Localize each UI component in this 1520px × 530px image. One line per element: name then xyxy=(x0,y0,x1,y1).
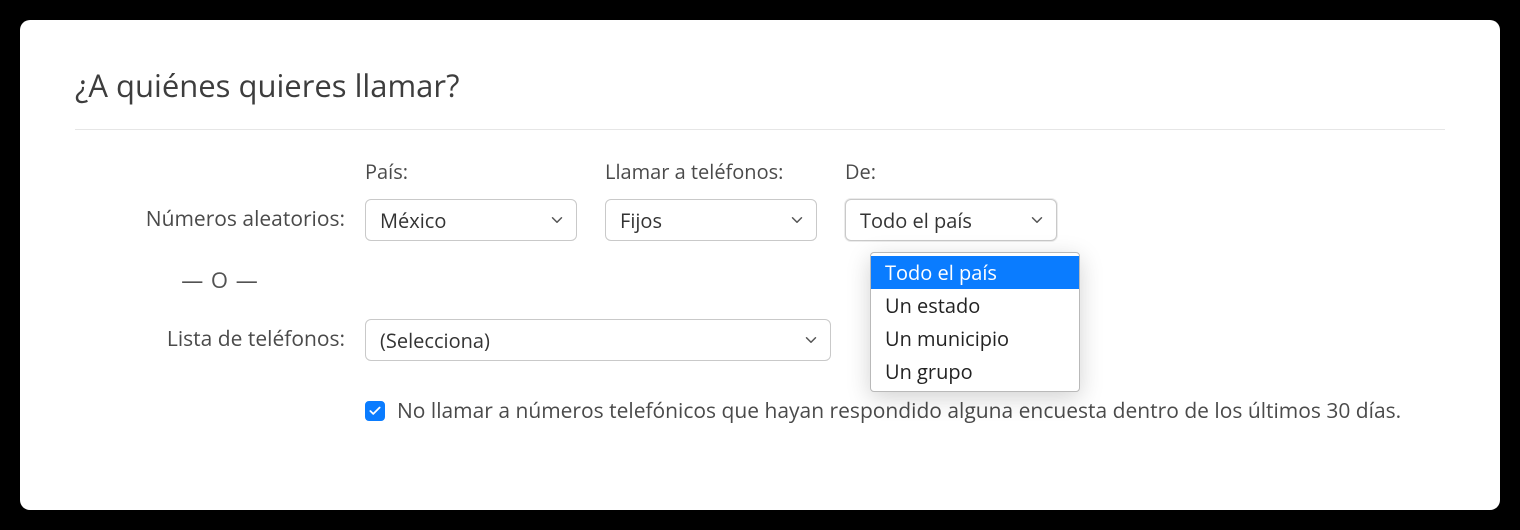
chevron-down-icon xyxy=(788,211,806,229)
country-label: País: xyxy=(365,158,577,185)
region-option-un-estado[interactable]: Un estado xyxy=(871,289,1079,322)
region-label: De: xyxy=(845,158,1057,185)
random-numbers-row: Números aleatorios: País: México Llamar … xyxy=(75,158,1445,241)
region-select-value: Todo el país xyxy=(860,207,972,234)
chevron-down-icon xyxy=(1028,211,1046,229)
page-title: ¿A quiénes quieres llamar? xyxy=(75,65,1445,130)
phone-list-fields: (Selecciona) xyxy=(365,319,831,361)
phone-list-label: Lista de teléfonos: xyxy=(75,325,365,361)
or-divider-row: — O — xyxy=(75,265,1445,295)
random-numbers-label: Números aleatorios: xyxy=(75,205,365,241)
phones-label: Llamar a teléfonos: xyxy=(605,158,817,185)
chevron-down-icon xyxy=(548,211,566,229)
phone-list-row: Lista de teléfonos: (Selecciona) xyxy=(75,319,1445,361)
dnc-checkbox-label: No llamar a números telefónicos que haya… xyxy=(397,397,1401,425)
region-option-un-municipio[interactable]: Un municipio xyxy=(871,322,1079,355)
country-select[interactable]: México xyxy=(365,199,577,241)
region-select[interactable]: Todo el país xyxy=(845,199,1057,241)
random-numbers-fields: País: México Llamar a teléfonos: Fijos xyxy=(365,158,1057,241)
region-option-todo-el-pais[interactable]: Todo el país xyxy=(871,256,1079,289)
phones-select-value: Fijos xyxy=(620,207,662,234)
region-field-group: De: Todo el país xyxy=(845,158,1057,241)
phone-list-select[interactable]: (Selecciona) xyxy=(365,319,831,361)
region-dropdown-panel: Todo el país Un estado Un municipio Un g… xyxy=(870,252,1080,392)
country-select-value: México xyxy=(380,207,446,234)
dnc-checkbox-row: No llamar a números telefónicos que haya… xyxy=(365,397,1445,425)
form-card: ¿A quiénes quieres llamar? Números aleat… xyxy=(20,20,1500,510)
dnc-checkbox[interactable] xyxy=(365,401,385,421)
or-divider-text: — O — xyxy=(75,265,365,295)
phone-list-select-value: (Selecciona) xyxy=(380,327,490,354)
chevron-down-icon xyxy=(802,331,820,349)
region-option-un-grupo[interactable]: Un grupo xyxy=(871,355,1079,388)
country-field-group: País: México xyxy=(365,158,577,241)
phones-field-group: Llamar a teléfonos: Fijos xyxy=(605,158,817,241)
phones-select[interactable]: Fijos xyxy=(605,199,817,241)
